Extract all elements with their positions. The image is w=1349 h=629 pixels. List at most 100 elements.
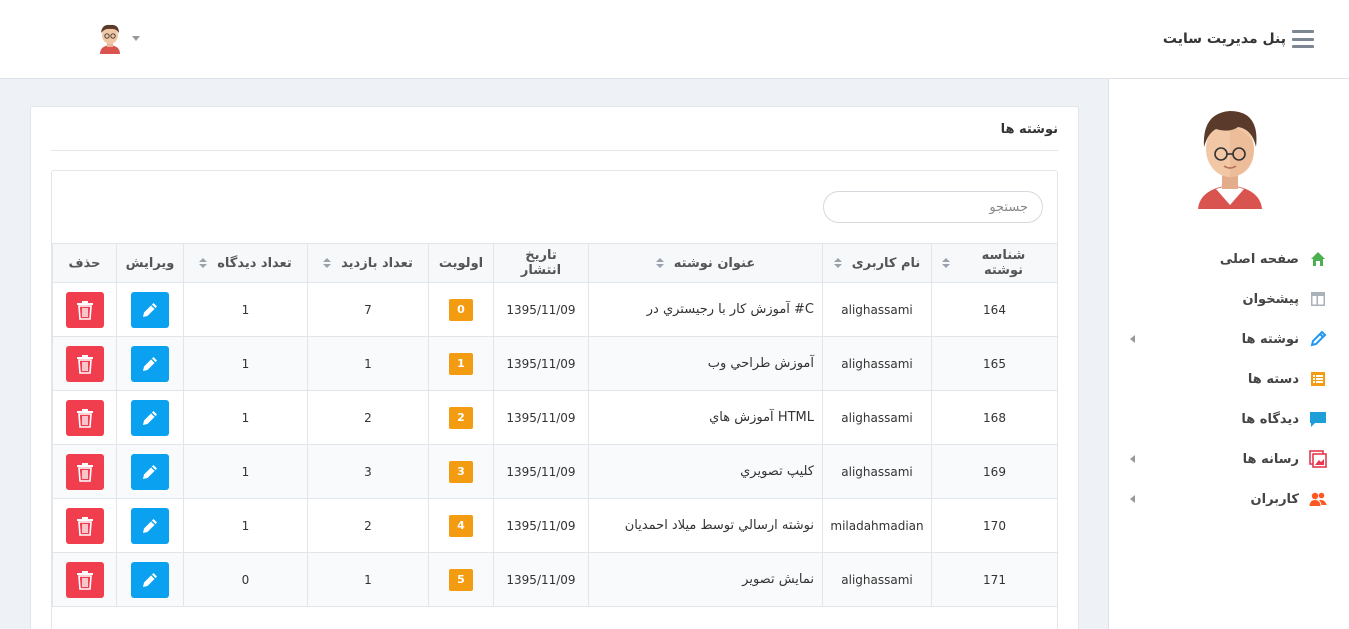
pencil-icon <box>143 572 157 587</box>
sort-icon[interactable] <box>655 258 664 268</box>
pencil-icon <box>143 356 157 371</box>
delete-button[interactable] <box>65 291 104 328</box>
delete-button[interactable] <box>65 399 104 436</box>
posts-panel: نوشته ها شناسه نوشته نام کاربری عنوان نو… <box>30 106 1079 629</box>
cell-comments: 1 <box>183 336 308 391</box>
chevron-left-icon[interactable] <box>1130 495 1135 503</box>
search-input[interactable] <box>823 191 1043 223</box>
sidebar-item-label: نوشته ها <box>1241 331 1299 347</box>
cell-title: C# آموزش کار با رجيستري در <box>588 282 823 337</box>
pencil-icon <box>143 410 157 425</box>
priority-badge: 2 <box>449 406 473 429</box>
cell-priority: 0 <box>428 282 494 337</box>
column-header-id[interactable]: شناسه نوشته <box>931 243 1057 283</box>
edit-button[interactable] <box>131 291 169 328</box>
cell-priority: 1 <box>428 336 494 391</box>
cell-edit <box>116 444 184 499</box>
sidebar-item-label: صفحه اصلی <box>1219 251 1299 267</box>
cell-date: 1395/11/09 <box>493 282 589 337</box>
delete-button[interactable] <box>65 345 104 382</box>
priority-badge: 5 <box>449 568 473 591</box>
cell-comments: 1 <box>183 498 308 553</box>
cell-priority: 4 <box>428 498 494 553</box>
sort-icon[interactable] <box>199 258 208 268</box>
column-header-views[interactable]: تعداد بازدید <box>307 243 429 283</box>
sidebar-item-posts[interactable]: نوشته ها <box>1108 319 1349 359</box>
sort-icon[interactable] <box>323 258 332 268</box>
page-title: نوشته ها <box>1000 122 1058 137</box>
sort-icon[interactable] <box>942 258 950 268</box>
cell-views: 3 <box>307 444 429 499</box>
column-header-delete: حذف <box>52 243 117 283</box>
edit-button[interactable] <box>131 399 169 436</box>
sidebar-item-categories[interactable]: دسته ها <box>1108 359 1349 399</box>
cell-date: 1395/11/09 <box>493 336 589 391</box>
cell-id: 171 <box>931 552 1057 607</box>
cell-views: 2 <box>307 498 429 553</box>
chevron-down-icon[interactable] <box>132 35 140 41</box>
trash-icon <box>76 300 93 320</box>
edit-button[interactable] <box>131 507 169 544</box>
top-bar: پنل مدیریت سایت <box>0 0 1349 79</box>
table-row: 169 alighassami كليپ تصويري 1395/11/09 3… <box>52 444 1057 499</box>
trash-icon <box>76 516 93 536</box>
brand-title: پنل مدیریت سایت <box>1162 31 1286 47</box>
sidebar-item-users[interactable]: کاربران <box>1108 479 1349 519</box>
posts-table-container: شناسه نوشته نام کاربری عنوان نوشته تاریخ… <box>51 170 1058 629</box>
table-row: 164 alighassami C# آموزش کار با رجيستري … <box>52 282 1057 337</box>
posts-table: شناسه نوشته نام کاربری عنوان نوشته تاریخ… <box>52 243 1057 607</box>
sidebar-item-dashboard[interactable]: پیشخوان <box>1108 279 1349 319</box>
cell-views: 7 <box>307 282 429 337</box>
user-menu[interactable] <box>96 22 140 54</box>
table-header-row: شناسه نوشته نام کاربری عنوان نوشته تاریخ… <box>52 243 1057 283</box>
cell-username: alighassami <box>822 552 932 607</box>
delete-button[interactable] <box>65 507 104 544</box>
edit-button[interactable] <box>131 453 169 490</box>
cell-id: 169 <box>931 444 1057 499</box>
comment-icon <box>1309 410 1327 428</box>
pencil-icon <box>143 464 157 479</box>
cell-delete <box>52 282 117 337</box>
trash-icon <box>76 354 93 374</box>
sidebar-item-comments[interactable]: دیدگاه ها <box>1108 399 1349 439</box>
sidebar-item-label: پیشخوان <box>1242 291 1300 307</box>
cell-title: آموزش طراحي وب <box>588 336 823 391</box>
edit-button[interactable] <box>131 345 169 382</box>
chevron-left-icon[interactable] <box>1130 335 1135 343</box>
column-header-title[interactable]: عنوان نوشته <box>588 243 823 283</box>
column-header-comments[interactable]: تعداد دیدگاه <box>183 243 308 283</box>
cell-username: alighassami <box>822 336 932 391</box>
delete-button[interactable] <box>65 561 104 598</box>
chevron-left-icon[interactable] <box>1130 455 1135 463</box>
cell-edit <box>116 282 184 337</box>
table-row: 171 alighassami نمايش تصوير 1395/11/09 5… <box>52 552 1057 607</box>
hamburger-menu-icon[interactable] <box>1292 30 1314 48</box>
dashboard-icon <box>1309 290 1327 308</box>
sidebar-item-home[interactable]: صفحه اصلی <box>1108 239 1349 279</box>
cell-edit <box>116 498 184 553</box>
pencil-icon <box>1309 330 1327 348</box>
edit-button[interactable] <box>131 561 169 598</box>
column-header-username[interactable]: نام کاربری <box>822 243 932 283</box>
cell-delete <box>52 498 117 553</box>
cell-delete <box>52 336 117 391</box>
cell-views: 2 <box>307 390 429 445</box>
cell-edit <box>116 390 184 445</box>
cell-priority: 2 <box>428 390 494 445</box>
users-icon <box>1309 490 1327 508</box>
pencil-icon <box>143 518 157 533</box>
cell-id: 165 <box>931 336 1057 391</box>
sidebar: صفحه اصلی پیشخوان نوشته ها دسته ها دیدگا… <box>1108 79 1349 629</box>
cell-date: 1395/11/09 <box>493 444 589 499</box>
cell-username: alighassami <box>822 390 932 445</box>
column-header-date: تاریخ انتشار <box>493 243 589 283</box>
cell-priority: 5 <box>428 552 494 607</box>
sort-icon[interactable] <box>833 258 842 268</box>
table-row: 165 alighassami آموزش طراحي وب 1395/11/0… <box>52 336 1057 391</box>
delete-button[interactable] <box>65 453 104 490</box>
cell-username: alighassami <box>822 444 932 499</box>
user-avatar-icon[interactable] <box>96 22 124 54</box>
sidebar-item-media[interactable]: رسانه ها <box>1108 439 1349 479</box>
cell-title: HTML آموزش هاي <box>588 390 823 445</box>
image-icon <box>1309 450 1327 468</box>
